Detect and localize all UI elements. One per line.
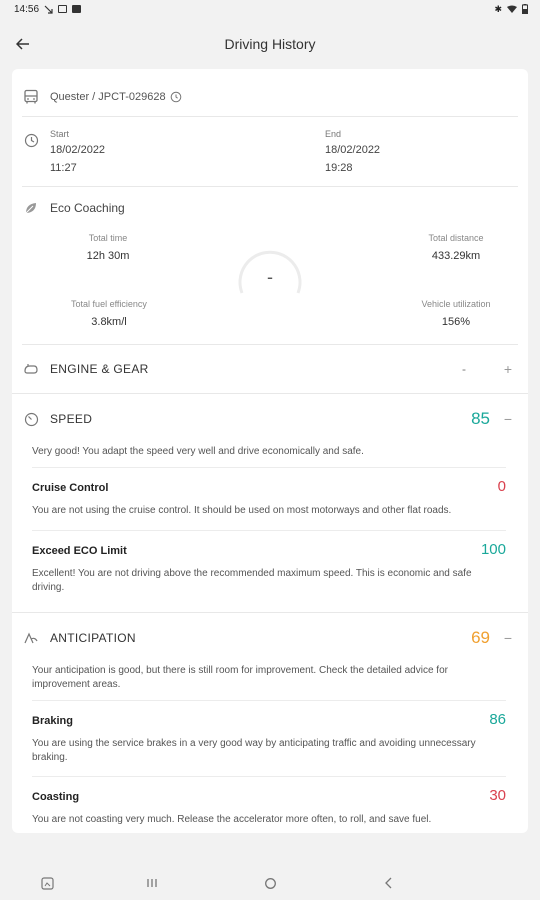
- list-item-coasting[interactable]: Coasting 30 You are not coasting very mu…: [32, 776, 506, 833]
- gallery-icon: [58, 5, 68, 13]
- vehicle-row[interactable]: Quester / JPCT-029628: [22, 77, 518, 117]
- screenshot-icon: [40, 876, 54, 890]
- system-nav-bar: [0, 866, 540, 900]
- end-label: End: [325, 129, 342, 139]
- fuel-efficiency-value: 3.8km/l: [91, 316, 127, 328]
- item-title: Braking: [32, 715, 73, 727]
- recent-apps-icon: [147, 879, 157, 887]
- total-time-stat: Total time 12h 30m: [58, 233, 158, 262]
- total-distance-value: 433.29km: [431, 250, 481, 262]
- total-distance-label: Total distance: [428, 233, 484, 243]
- info-icon[interactable]: [170, 91, 182, 103]
- speed-description: Very good! You adapt the speed very well…: [32, 446, 364, 457]
- notification-icon: [72, 5, 82, 13]
- item-description: You are using the service brakes in a ve…: [32, 738, 476, 763]
- bluetooth-icon: ✱: [494, 3, 502, 14]
- anticipation-description: Your anticipation is good, but there is …: [32, 665, 448, 690]
- expand-button[interactable]: +: [504, 361, 512, 377]
- section-title: SPEED: [50, 412, 93, 426]
- list-item-braking[interactable]: Braking 86 You are using the service bra…: [32, 700, 506, 776]
- item-description: You are not coasting very much. Release …: [32, 814, 432, 825]
- chevron-left-icon: [385, 877, 392, 889]
- vehicle-utilization-stat: Vehicle utilization 156%: [396, 299, 516, 328]
- end-date: 18/02/2022: [325, 144, 381, 156]
- missed-call-icon: [44, 5, 53, 14]
- anticipation-icon: [22, 629, 40, 647]
- total-time-value: 12h 30m: [86, 250, 130, 262]
- speed-score: 85: [471, 409, 490, 428]
- clock-icon: [22, 131, 40, 149]
- item-description: You are not using the cruise control. It…: [32, 505, 452, 516]
- item-description: Excellent! You are not driving above the…: [32, 568, 472, 593]
- arrow-back-icon: [16, 38, 29, 50]
- eco-coaching-panel: Eco Coaching Total time 12h 30m Total di…: [22, 189, 518, 345]
- section-engine-gear[interactable]: ENGINE & GEAR - +: [22, 345, 518, 393]
- divider: [12, 393, 528, 394]
- section-title: ANTICIPATION: [50, 631, 136, 645]
- back-button[interactable]: [12, 33, 34, 55]
- eco-coaching-title: Eco Coaching: [50, 201, 125, 215]
- engine-score: -: [462, 362, 466, 376]
- wifi-icon: [507, 5, 517, 13]
- page-title: Driving History: [224, 36, 316, 52]
- engine-icon: [22, 360, 40, 378]
- item-score: 30: [489, 787, 506, 804]
- system-back-button[interactable]: [376, 870, 402, 896]
- divider: [12, 612, 528, 613]
- status-bar: 14:56 ✱: [0, 0, 540, 18]
- item-score: 0: [497, 478, 506, 495]
- collapse-button[interactable]: −: [504, 630, 512, 646]
- speedometer-icon: [22, 410, 40, 428]
- app-bar: Driving History: [0, 26, 540, 62]
- section-title: ENGINE & GEAR: [50, 362, 149, 376]
- total-distance-stat: Total distance 433.29km: [396, 233, 516, 262]
- eco-score-value: -: [267, 267, 273, 287]
- status-time: 14:56: [14, 3, 40, 15]
- home-button[interactable]: [257, 870, 283, 896]
- total-time-label: Total time: [88, 233, 128, 243]
- trip-time-row: Start 18/02/2022 11:27 End 18/02/2022 19…: [22, 119, 518, 187]
- battery-icon: [522, 4, 528, 14]
- bus-icon: [22, 88, 40, 106]
- leaf-icon: [22, 199, 40, 217]
- start-date: 18/02/2022: [50, 144, 106, 156]
- vehicle-utilization-value: 156%: [441, 316, 471, 328]
- start-time: 11:27: [50, 162, 77, 174]
- anticipation-score: 69: [471, 628, 490, 647]
- end-time: 19:28: [325, 162, 353, 174]
- eco-coaching-header: Eco Coaching: [22, 199, 125, 217]
- home-icon: [264, 877, 276, 889]
- vehicle-utilization-label: Vehicle utilization: [421, 299, 491, 309]
- screenshot-button[interactable]: [34, 870, 60, 896]
- trip-detail-card: Quester / JPCT-029628 Start 18/02/2022 1…: [12, 69, 528, 833]
- item-score: 86: [489, 711, 506, 728]
- section-anticipation[interactable]: ANTICIPATION 69 −: [22, 614, 518, 662]
- collapse-button[interactable]: −: [504, 411, 512, 427]
- list-item-cruise-control[interactable]: Cruise Control 0 You are not using the c…: [32, 467, 506, 531]
- trip-start: Start 18/02/2022 11:27: [50, 127, 105, 177]
- recent-apps-button[interactable]: [139, 870, 165, 896]
- trip-end: End 18/02/2022 19:28: [325, 127, 380, 177]
- item-score: 100: [480, 541, 506, 558]
- fuel-efficiency-stat: Total fuel efficiency 3.8km/l: [44, 299, 174, 328]
- item-title: Exceed ECO Limit: [32, 545, 127, 557]
- item-title: Coasting: [32, 791, 80, 803]
- fuel-efficiency-label: Total fuel efficiency: [71, 299, 147, 309]
- start-label: Start: [50, 129, 70, 139]
- vehicle-label: Quester / JPCT-029628: [50, 90, 166, 103]
- list-item-exceed-eco-limit[interactable]: Exceed ECO Limit 100 Excellent! You are …: [32, 530, 506, 612]
- section-speed[interactable]: SPEED 85 −: [22, 395, 518, 443]
- item-title: Cruise Control: [32, 482, 109, 494]
